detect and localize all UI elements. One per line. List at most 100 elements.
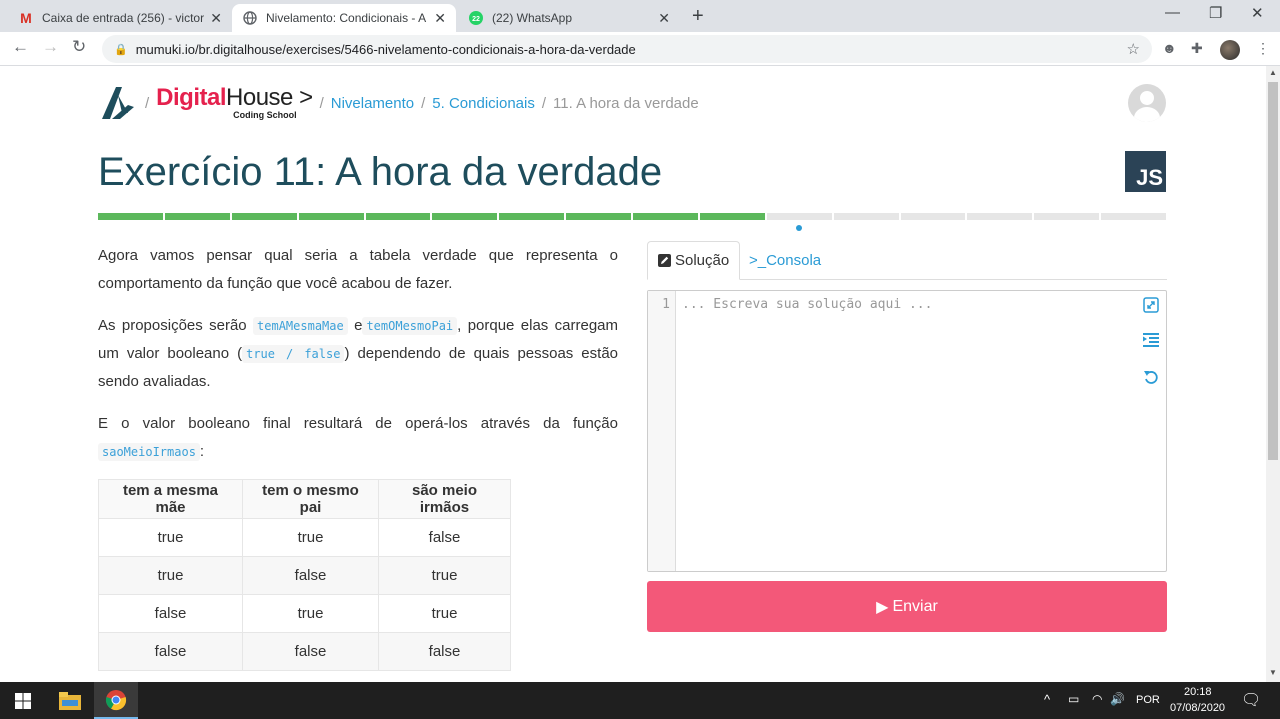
breadcrumb-separator: / <box>319 94 324 112</box>
close-tab-icon[interactable]: ✕ <box>434 10 446 27</box>
windows-start-icon[interactable] <box>0 682 46 719</box>
url-text: mumuki.io/br.digitalhouse/exercises/5466… <box>135 41 636 57</box>
reset-undo-icon[interactable] <box>1142 368 1160 386</box>
scroll-up-arrow-icon[interactable]: ▲ <box>1269 68 1277 77</box>
wifi-icon[interactable]: ◠ <box>1092 692 1102 706</box>
back-icon[interactable]: ← <box>12 37 29 57</box>
description-paragraph: Agora vamos pensar qual seria a tabela v… <box>98 247 618 292</box>
progress-step-completed[interactable] <box>98 213 163 220</box>
breadcrumb-separator: / <box>541 94 547 112</box>
bookmark-star-icon[interactable]: ☆ <box>1127 40 1140 58</box>
indent-format-icon[interactable] <box>1142 331 1160 349</box>
browser-tab-bar: M Caixa de entrada (256) - victorbs ✕ Ni… <box>0 0 1280 32</box>
lock-icon: 🔒 <box>114 43 128 56</box>
progress-step-pending[interactable] <box>1101 213 1166 220</box>
progress-step-completed[interactable] <box>365 213 431 220</box>
page-scrollbar[interactable]: ▲ ▼ <box>1266 66 1280 682</box>
browser-toolbar: ← → ↻ 🔒 mumuki.io/br.digitalhouse/exerci… <box>0 32 1280 66</box>
table-cell: true <box>242 594 379 633</box>
tab-title: Nivelamento: Condicionais - A ho <box>266 11 429 25</box>
code-temOMesmoPai: temOMesmoPai <box>362 317 458 335</box>
extension-face-icon[interactable]: ☻ <box>1162 40 1177 56</box>
notifications-icon[interactable]: 🗨 <box>1241 690 1261 710</box>
table-cell: false <box>242 556 379 595</box>
progress-step-pending[interactable] <box>967 213 1033 220</box>
breadcrumb-nivelamento[interactable]: Nivelamento <box>331 95 414 112</box>
svg-text:22: 22 <box>472 16 480 23</box>
language-indicator[interactable]: POR <box>1136 694 1160 706</box>
tab-solucao-label: Solução <box>675 252 730 269</box>
progress-step-completed[interactable] <box>499 213 565 220</box>
exercise-description: Agora vamos pensar qual seria a tabela v… <box>98 242 618 480</box>
restore-icon[interactable]: ❐ <box>1209 4 1222 22</box>
reload-icon[interactable]: ↻ <box>72 37 86 57</box>
close-tab-icon[interactable]: ✕ <box>658 10 670 27</box>
exercise-title: Exercício 11: A hora da verdade <box>98 150 663 194</box>
progress-step-completed[interactable] <box>432 213 498 220</box>
submit-button[interactable]: ▶ Enviar <box>647 581 1167 632</box>
language-badge: JS <box>1125 151 1166 192</box>
clock-date[interactable]: 07/08/2020 <box>1170 702 1225 714</box>
profile-avatar-icon[interactable] <box>1220 40 1240 60</box>
close-tab-icon[interactable]: ✕ <box>210 10 222 27</box>
battery-icon[interactable]: ▭ <box>1068 692 1079 706</box>
fullscreen-icon[interactable] <box>1142 296 1160 314</box>
code-saoMeioIrmaos: saoMeioIrmaos <box>98 443 200 461</box>
windows-taskbar: ^ ▭ ◠ 🔊 POR 20:18 07/08/2020 🗨 <box>0 682 1280 719</box>
progress-step-completed[interactable] <box>699 213 765 220</box>
new-tab-icon[interactable]: + <box>692 5 704 28</box>
progress-step-pending[interactable] <box>900 213 966 220</box>
digitalhouse-logo-icon[interactable] <box>98 83 138 123</box>
tab-consola[interactable]: >_Consola <box>739 241 831 280</box>
file-explorer-icon[interactable] <box>48 682 92 719</box>
browser-tab-mumuki[interactable]: Nivelamento: Condicionais - A ho ✕ <box>232 4 456 32</box>
volume-icon[interactable]: 🔊 <box>1110 692 1125 706</box>
breadcrumb-current: 11. A hora da verdade <box>553 94 699 112</box>
progress-step-completed[interactable] <box>164 213 230 220</box>
table-cell: false <box>98 632 243 671</box>
browser-tab-gmail[interactable]: M Caixa de entrada (256) - victorbs ✕ <box>8 4 232 32</box>
code-temAMesmaMae: temAMesmaMae <box>253 317 348 335</box>
scroll-down-arrow-icon[interactable]: ▼ <box>1269 668 1277 677</box>
breadcrumb-condicionais[interactable]: 5. Condicionais <box>432 95 535 112</box>
brand-arrow: > <box>299 84 313 111</box>
column-header: são meio irmãos <box>378 479 511 519</box>
table-cell: true <box>378 594 511 633</box>
address-bar[interactable]: 🔒 mumuki.io/br.digitalhouse/exercises/54… <box>102 35 1152 63</box>
tab-consola-label: >_Consola <box>749 252 822 269</box>
progress-step-pending[interactable] <box>833 213 899 220</box>
digitalhouse-wordmark[interactable]: DigitalHouse > Coding School <box>156 84 313 120</box>
user-avatar[interactable] <box>1128 84 1166 122</box>
progress-step-completed[interactable] <box>231 213 297 220</box>
menu-kebab-icon[interactable]: ⋮ <box>1256 40 1270 57</box>
table-header-row: tem a mesma mãe tem o mesmo pai são meio… <box>98 479 511 519</box>
minimize-icon[interactable]: — <box>1165 4 1180 21</box>
tray-chevron-icon[interactable]: ^ <box>1044 692 1050 707</box>
clock-time[interactable]: 20:18 <box>1184 686 1212 698</box>
progress-step-completed[interactable] <box>298 213 364 220</box>
tab-solucao[interactable]: Solução <box>647 241 741 280</box>
progress-step-completed[interactable] <box>566 213 631 220</box>
table-row: true false true <box>98 556 511 595</box>
line-number: 1 <box>662 297 670 312</box>
scrollbar-thumb[interactable] <box>1268 82 1278 460</box>
table-row: false false false <box>98 632 511 671</box>
extensions-puzzle-icon[interactable]: ✚ <box>1191 40 1203 57</box>
progress-step-pending[interactable] <box>766 213 832 220</box>
breadcrumb-separator: / <box>421 94 426 112</box>
close-window-icon[interactable]: ✕ <box>1251 4 1264 22</box>
chrome-taskbar-icon[interactable] <box>94 682 138 719</box>
play-icon: ▶ <box>876 598 889 616</box>
progress-step-completed[interactable] <box>633 213 698 220</box>
browser-tab-whatsapp[interactable]: 22 (22) WhatsApp ✕ <box>458 4 680 32</box>
forward-icon[interactable]: → <box>42 37 59 57</box>
editor-placeholder: ... Escreva sua solução aqui ... <box>682 297 933 312</box>
table-cell: true <box>378 556 511 595</box>
progress-current-marker <box>796 225 803 231</box>
progress-step-pending[interactable] <box>1034 213 1100 220</box>
breadcrumb-separator: / <box>145 94 150 112</box>
code-editor[interactable]: 1 ... Escreva sua solução aqui ... <box>647 290 1167 572</box>
edit-square-icon <box>658 254 671 267</box>
column-header: tem o mesmo pai <box>242 479 379 519</box>
table-cell: false <box>378 518 511 557</box>
